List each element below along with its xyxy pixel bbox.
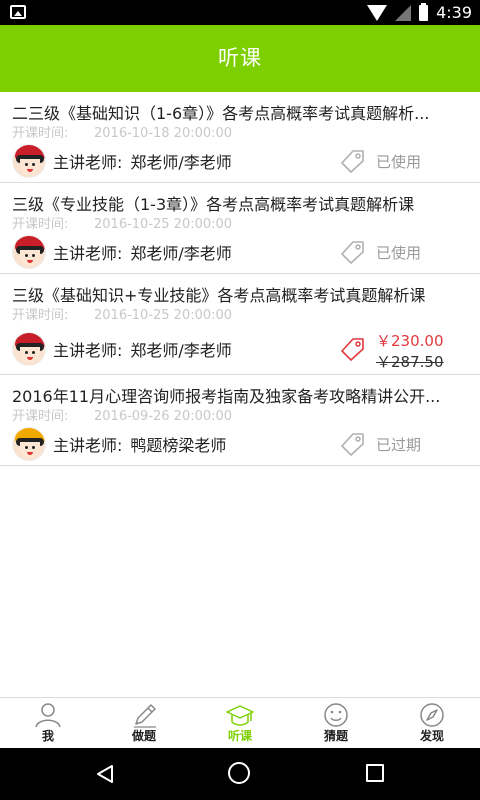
tab-label: 听课 (227, 729, 252, 743)
tab-me[interactable]: 我 (0, 698, 96, 748)
course-item[interactable]: 三级《基础知识+专业技能》各考点高概率考试真题解析课 开课时间: 2016-10-… (0, 274, 480, 375)
course-time-row: 开课时间: 2016-10-18 20:00:00 (12, 126, 232, 142)
tab-label: 我 (41, 729, 54, 743)
signal-icon (395, 4, 412, 21)
course-time: 2016-10-18 20:00:00 (94, 126, 233, 141)
status-text: 已使用 (376, 152, 422, 171)
price-tag-icon (341, 150, 364, 173)
price-tag-icon (341, 241, 364, 264)
price-tag-icon (341, 338, 364, 361)
course-title: 三级《基础知识+专业技能》各考点高概率考试真题解析课 (12, 286, 426, 305)
teacher-avatar (12, 427, 46, 461)
course-status: 已过期 (340, 429, 421, 459)
course-list: 二三级《基础知识（1-6章）》各考点高概率考试真题解析... 开课时间: 2016… (0, 92, 480, 466)
course-time-row: 开课时间: 2016-09-26 20:00:00 (12, 409, 232, 425)
course-time: 2016-09-26 20:00:00 (94, 409, 233, 424)
course-title: 2016年11月心理咨询师报考指南及独家备考攻略精讲公开... (12, 387, 441, 406)
tab-practice[interactable]: 做题 (96, 698, 192, 748)
course-status: 已使用 (340, 146, 421, 176)
teacher-label: 主讲老师: (53, 244, 123, 263)
teacher-row: 主讲老师: 鸭题榜梁老师 (12, 427, 226, 461)
teacher-row: 主讲老师: 郑老师/李老师 (12, 332, 232, 366)
status-text: 已过期 (376, 435, 422, 454)
graduation-cap-icon (226, 705, 254, 726)
price-tag-icon (341, 433, 364, 456)
teacher-row: 主讲老师: 郑老师/李老师 (12, 235, 232, 269)
course-item[interactable]: 二三级《基础知识（1-6章）》各考点高概率考试真题解析... 开课时间: 2016… (0, 92, 480, 183)
teacher-label: 主讲老师: (53, 153, 123, 172)
status-text: 已使用 (376, 243, 422, 262)
teacher-label: 主讲老师: (53, 436, 123, 455)
tab-label: 猜题 (323, 729, 348, 743)
teacher-name: 郑老师/李老师 (130, 244, 232, 263)
course-title: 二三级《基础知识（1-6章）》各考点高概率考试真题解析... (12, 104, 430, 123)
course-item[interactable]: 2016年11月心理咨询师报考指南及独家备考攻略精讲公开... 开课时间: 201… (0, 375, 480, 466)
teacher-avatar (12, 235, 46, 269)
home-icon[interactable] (228, 762, 250, 784)
image-notification-icon (10, 5, 26, 19)
status-time: 4:39 (436, 3, 472, 22)
back-icon[interactable] (95, 764, 115, 784)
course-title: 三级《专业技能（1-3章）》各考点高概率考试真题解析课 (12, 195, 415, 214)
teacher-avatar (12, 332, 46, 366)
wifi-icon (367, 4, 388, 21)
course-time-row: 开课时间: 2016-10-25 20:00:00 (12, 308, 232, 324)
time-label: 开课时间: (12, 308, 69, 323)
course-time: 2016-10-25 20:00:00 (94, 308, 233, 323)
price-box: ￥230.00 ￥287.50 (376, 331, 476, 372)
tab-guess[interactable]: 猜题 (288, 698, 384, 748)
price-original: ￥287.50 (376, 353, 444, 371)
compass-icon (420, 703, 444, 727)
course-status: 已使用 (340, 237, 421, 267)
course-time: 2016-10-25 20:00:00 (94, 217, 233, 232)
battery-icon (419, 2, 429, 21)
pencil-icon (134, 704, 156, 728)
course-item[interactable]: 三级《专业技能（1-3章）》各考点高概率考试真题解析课 开课时间: 2016-10… (0, 183, 480, 274)
person-icon (35, 703, 61, 728)
teacher-avatar (12, 144, 46, 178)
time-label: 开课时间: (12, 409, 69, 424)
app-header: 听课 (0, 25, 480, 92)
recent-apps-icon[interactable] (366, 764, 384, 782)
teacher-label: 主讲老师: (53, 341, 123, 360)
page-title: 听课 (218, 46, 262, 70)
status-bar: 4:39 (0, 0, 480, 25)
teacher-name: 郑老师/李老师 (130, 153, 232, 172)
tab-label: 发现 (419, 729, 444, 743)
price-current: ￥230.00 (376, 332, 444, 350)
time-label: 开课时间: (12, 217, 69, 232)
teacher-row: 主讲老师: 郑老师/李老师 (12, 144, 232, 178)
teacher-name: 鸭题榜梁老师 (130, 436, 227, 455)
tab-lectures[interactable]: 听课 (192, 698, 288, 748)
bottom-tab-bar: 我 做题 听课 猜题 发现 (0, 697, 480, 748)
tab-discover[interactable]: 发现 (384, 698, 480, 748)
system-nav-bar (0, 748, 480, 800)
smiley-icon (324, 703, 348, 727)
tab-label: 做题 (131, 729, 156, 743)
teacher-name: 郑老师/李老师 (130, 341, 232, 360)
time-label: 开课时间: (12, 126, 69, 141)
course-time-row: 开课时间: 2016-10-25 20:00:00 (12, 217, 232, 233)
